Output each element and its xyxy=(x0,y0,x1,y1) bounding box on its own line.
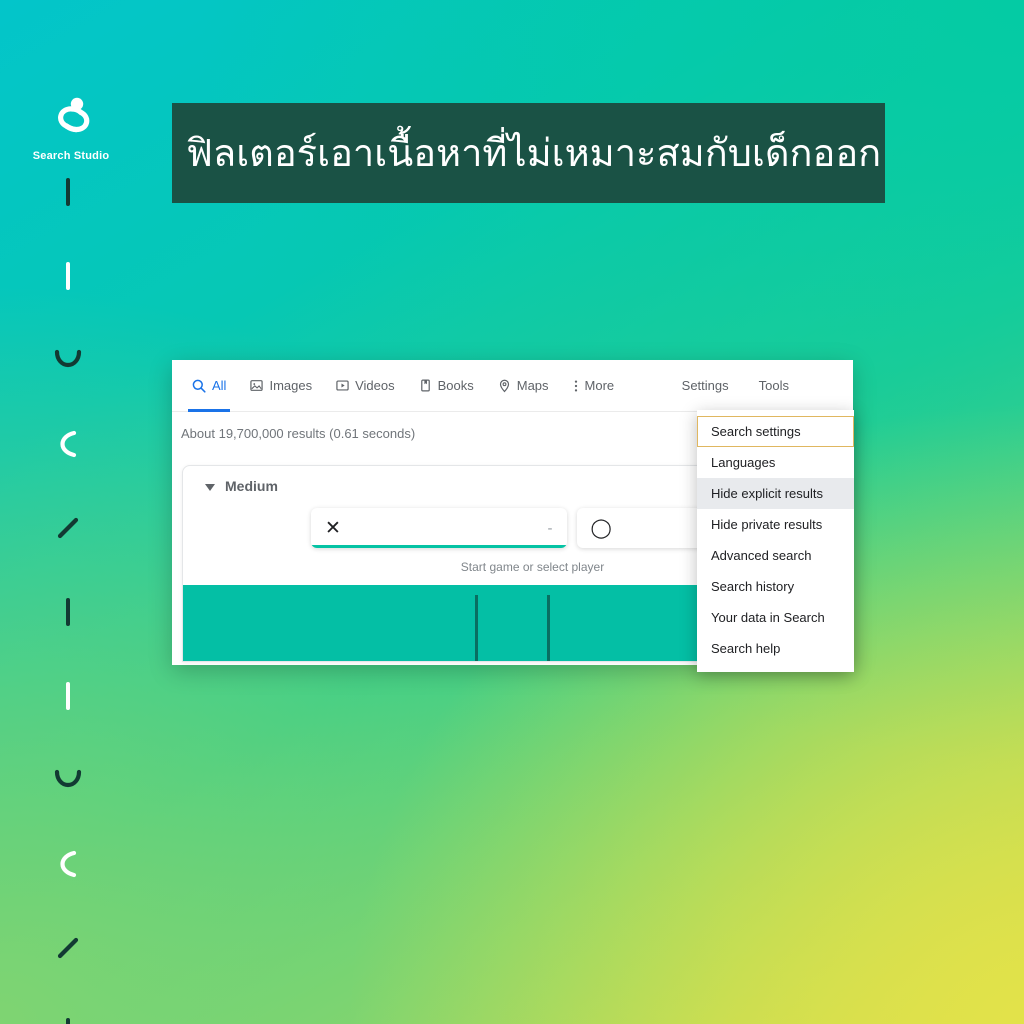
nav-tab-label: Videos xyxy=(355,378,395,393)
menu-item-search-help[interactable]: Search help xyxy=(697,633,854,664)
rail-mark-vertical-bar xyxy=(46,674,90,718)
menu-item-search-history[interactable]: Search history xyxy=(697,571,854,602)
nav-tab-label: Images xyxy=(269,378,313,393)
rail-mark-arc-left xyxy=(46,422,90,466)
map-pin-icon xyxy=(498,379,511,393)
book-icon xyxy=(419,379,432,392)
nav-tab-images[interactable]: Images xyxy=(238,360,324,412)
nav-tab-all[interactable]: All xyxy=(180,360,238,412)
board-divider xyxy=(547,595,550,661)
nav-tab-label: Books xyxy=(437,378,474,393)
headline-text: ฟิลเตอร์เอาเนื้อหาที่ไม่เหมาะสมกับเด็กออ… xyxy=(186,130,882,175)
tools-button[interactable]: Tools xyxy=(747,378,801,393)
rail-mark-vertical-bar xyxy=(46,1010,90,1024)
player-x-score: - xyxy=(547,519,553,537)
menu-item-hide-private-results[interactable]: Hide private results xyxy=(697,509,854,540)
search-nav-bar: All Images Videos Books Maps More Settings Too… xyxy=(172,360,853,412)
caret-down-icon xyxy=(205,478,215,494)
settings-button[interactable]: Settings xyxy=(670,378,741,393)
search-studio-s-mark-icon xyxy=(26,96,116,147)
poster-canvas: Search Studio ฟิลเตอร์เอาเนื้อหาที่ไม่เห… xyxy=(0,0,1024,1024)
rail-mark-vertical-bar xyxy=(46,254,90,298)
nav-tab-videos[interactable]: Videos xyxy=(324,360,407,412)
more-vertical-icon xyxy=(573,379,579,393)
rail-mark-vertical-bar xyxy=(46,590,90,634)
nav-tab-label: More xyxy=(584,378,615,393)
nav-actions: Settings Tools xyxy=(670,378,853,393)
rail-mark-arc-left xyxy=(46,842,90,886)
nav-tab-label: All xyxy=(212,378,227,393)
rail-mark-vertical-bar xyxy=(46,170,90,214)
rail-mark-slash xyxy=(46,926,90,970)
menu-item-advanced-search[interactable]: Advanced search xyxy=(697,540,854,571)
rail-mark-arc-down xyxy=(46,758,90,802)
headline-banner: ฟิลเตอร์เอาเนื้อหาที่ไม่เหมาะสมกับเด็กออ… xyxy=(172,103,885,203)
rail-mark-arc-down xyxy=(46,338,90,382)
menu-item-hide-explicit-results[interactable]: Hide explicit results xyxy=(697,478,854,509)
rail-mark-slash xyxy=(46,506,90,550)
difficulty-label: Medium xyxy=(225,478,278,494)
menu-item-languages[interactable]: Languages xyxy=(697,447,854,478)
brand-name: Search Studio xyxy=(32,150,110,162)
nav-tab-maps[interactable]: Maps xyxy=(486,360,561,412)
brand-logo: Search Studio xyxy=(26,96,116,162)
image-icon xyxy=(250,379,264,392)
player-x-glyph: ✕ xyxy=(325,517,341,539)
nav-tab-books[interactable]: Books xyxy=(407,360,486,412)
search-icon xyxy=(192,379,206,393)
board-divider xyxy=(475,595,478,661)
decorative-rail xyxy=(46,170,90,1024)
nav-tab-more[interactable]: More xyxy=(561,360,627,412)
menu-item-search-settings[interactable]: Search settings xyxy=(697,416,854,447)
video-icon xyxy=(336,379,349,392)
settings-dropdown-menu[interactable]: Search settings Languages Hide explicit re… xyxy=(697,410,854,672)
player-o-glyph: ◯ xyxy=(590,517,612,539)
player-x-card[interactable]: ✕ - xyxy=(311,508,567,548)
menu-item-your-data-in-search[interactable]: Your data in Search xyxy=(697,602,854,633)
nav-tab-label: Maps xyxy=(516,378,549,393)
